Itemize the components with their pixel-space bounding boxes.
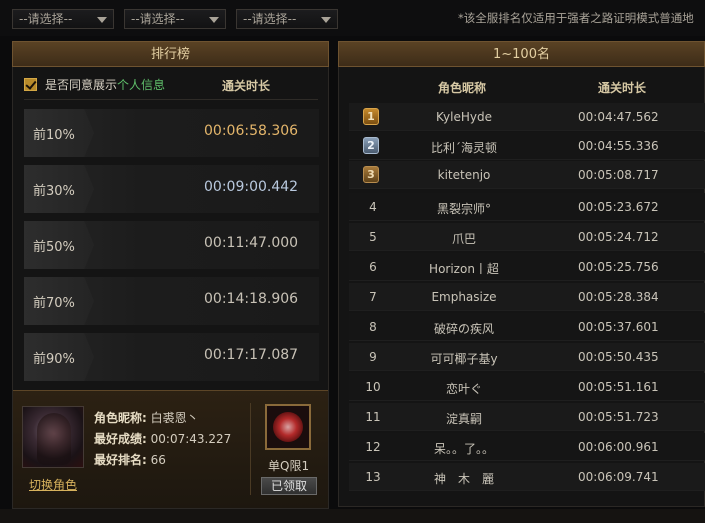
table-row: 10 恋叶ぐ 00:05:51.161 [349,373,705,401]
rank-badge-silver-icon: 2 [363,137,379,154]
player-name: 神 木 麗 [433,472,494,486]
filter-dropdown-3-label: --请选择-- [243,12,297,26]
tier-time: 00:14:18.906 [204,291,299,307]
player-name: kitetenjo [437,168,491,182]
name-column-header: 角色昵称 [438,81,487,95]
rank-number: 10 [365,380,381,394]
profile-name: 角色昵称: 白裘恩丶 [94,411,199,425]
player-name: 破碎の疾风 [433,322,494,336]
my-profile-card: 切换角色 角色昵称: 白裘恩丶 最好成绩: 00:07:43.227 最好排名:… [13,390,328,508]
avatar [22,406,84,468]
top100-title: 1~100名 [338,41,705,67]
filter-dropdown-3[interactable]: --请选择-- [236,9,338,29]
rank-badge-bronze-icon: 3 [363,166,379,183]
tier-percent: 前10% [33,128,75,143]
chevron-down-icon [209,17,219,23]
tier-percent: 前70% [33,296,75,311]
table-row: 12 呆。。了。。 00:06:00.961 [349,433,705,461]
table-header: 角色昵称 通关时长 [348,75,705,99]
top-filter-bar: --请选择-- --请选择-- --请选择-- *该全服排名仅适用于强者之路证明… [0,0,705,36]
clear-time: 00:05:50.435 [578,350,659,364]
filter-dropdown-2[interactable]: --请选择-- [124,9,226,29]
clear-time: 00:05:23.672 [578,200,659,214]
player-name: 可可椰子基y [430,352,498,366]
clear-time: 00:05:51.723 [578,410,659,424]
player-name: 呆。。了。。 [433,442,494,456]
tier-row: 前70% 00:14:18.906 [24,277,319,325]
player-name: 比利΄海灵顿 [430,141,497,155]
table-row: 11 淀真嗣 00:05:51.723 [349,403,705,431]
leaderboard-title: 排行榜 [12,41,329,67]
chevron-down-icon [321,17,331,23]
rank-number: 13 [365,470,381,484]
player-name: 淀真嗣 [445,412,482,426]
profile-best-rank: 最好排名: 66 [94,453,166,467]
clear-time: 00:05:25.756 [578,260,659,274]
player-name: Horizon丨超 [429,262,499,276]
divider [24,99,318,100]
clear-time: 00:05:51.161 [578,380,659,394]
chevron-down-icon [97,17,107,23]
tier-percent: 前30% [33,184,75,199]
reward-item-icon[interactable] [265,404,311,450]
table-row: 1 KyleHyde 00:04:47.562 [349,103,705,131]
tier-row: 前50% 00:11:47.000 [24,221,319,269]
rank-number: 7 [369,290,377,304]
tier-time: 00:17:17.087 [204,347,299,363]
tier-row: 前90% 00:17:17.087 [24,333,319,381]
ranking-note: *该全服排名仅适用于强者之路证明模式普通地 [458,11,694,25]
player-name: 爪巴 [451,232,476,246]
table-row: 6 Horizon丨超 00:05:25.756 [349,253,705,281]
table-row: 9 可可椰子基y 00:05:50.435 [349,343,705,371]
rank-number: 12 [365,440,381,454]
clear-time: 00:06:09.741 [578,470,659,484]
bottom-strip [0,509,705,523]
tier-percent: 前50% [33,240,75,255]
clear-time: 00:04:55.336 [578,139,659,153]
table-row: 13 神 木 麗 00:06:09.741 [349,463,705,491]
table-row: 4 黑裂宗师° 00:05:23.672 [349,193,705,221]
table-row: 7 Emphasize 00:05:28.384 [349,283,705,311]
clear-time: 00:05:24.712 [578,230,659,244]
tier-time: 00:06:58.306 [204,123,299,139]
tier-percent: 前90% [33,352,75,367]
clear-time: 00:06:00.961 [578,440,659,454]
rank-number: 4 [369,200,377,214]
rank-number: 8 [369,320,377,334]
time-column-header: 通关时长 [222,79,271,93]
table-row: 3 kitetenjo 00:05:08.717 [349,161,705,189]
table-row: 2 比利΄海灵顿 00:04:55.336 [349,132,705,160]
tier-time: 00:11:47.000 [204,235,299,251]
clear-time: 00:04:47.562 [578,110,659,124]
rank-number: 9 [369,350,377,364]
filter-dropdown-1[interactable]: --请选择-- [12,9,114,29]
reward-limit-label: 单Q限1 [268,459,310,473]
switch-character-link[interactable]: 切换角色 [29,476,77,493]
table-row: 5 爪巴 00:05:24.712 [349,223,705,251]
tier-time: 00:09:00.442 [204,179,299,195]
rank-badge-gold-icon: 1 [363,108,379,125]
clear-time: 00:05:08.717 [578,168,659,182]
tier-row: 前30% 00:09:00.442 [24,165,319,213]
player-name: 恋叶ぐ [445,382,482,396]
clear-time: 00:05:28.384 [578,290,659,304]
player-name: KyleHyde [436,110,492,124]
optin-label: 是否同意展示个人信息 [45,78,166,92]
player-name: 黑裂宗师° [436,202,491,216]
personal-info-link[interactable]: 个人信息 [117,78,165,92]
table-row: 8 破碎の疾风 00:05:37.601 [349,313,705,341]
clear-time: 00:05:37.601 [578,320,659,334]
filter-dropdown-2-label: --请选择-- [131,12,185,26]
player-name: Emphasize [431,290,497,304]
rank-number: 5 [369,230,377,244]
optin-checkbox[interactable] [24,78,37,91]
divider [250,403,251,495]
filter-dropdown-1-label: --请选择-- [19,12,73,26]
time-column-header: 通关时长 [598,81,647,95]
claimed-button[interactable]: 已领取 [261,477,317,495]
rank-number: 6 [369,260,377,274]
tier-row: 前10% 00:06:58.306 [24,109,319,157]
profile-best-time: 最好成绩: 00:07:43.227 [94,432,232,446]
rank-number: 11 [365,410,381,424]
